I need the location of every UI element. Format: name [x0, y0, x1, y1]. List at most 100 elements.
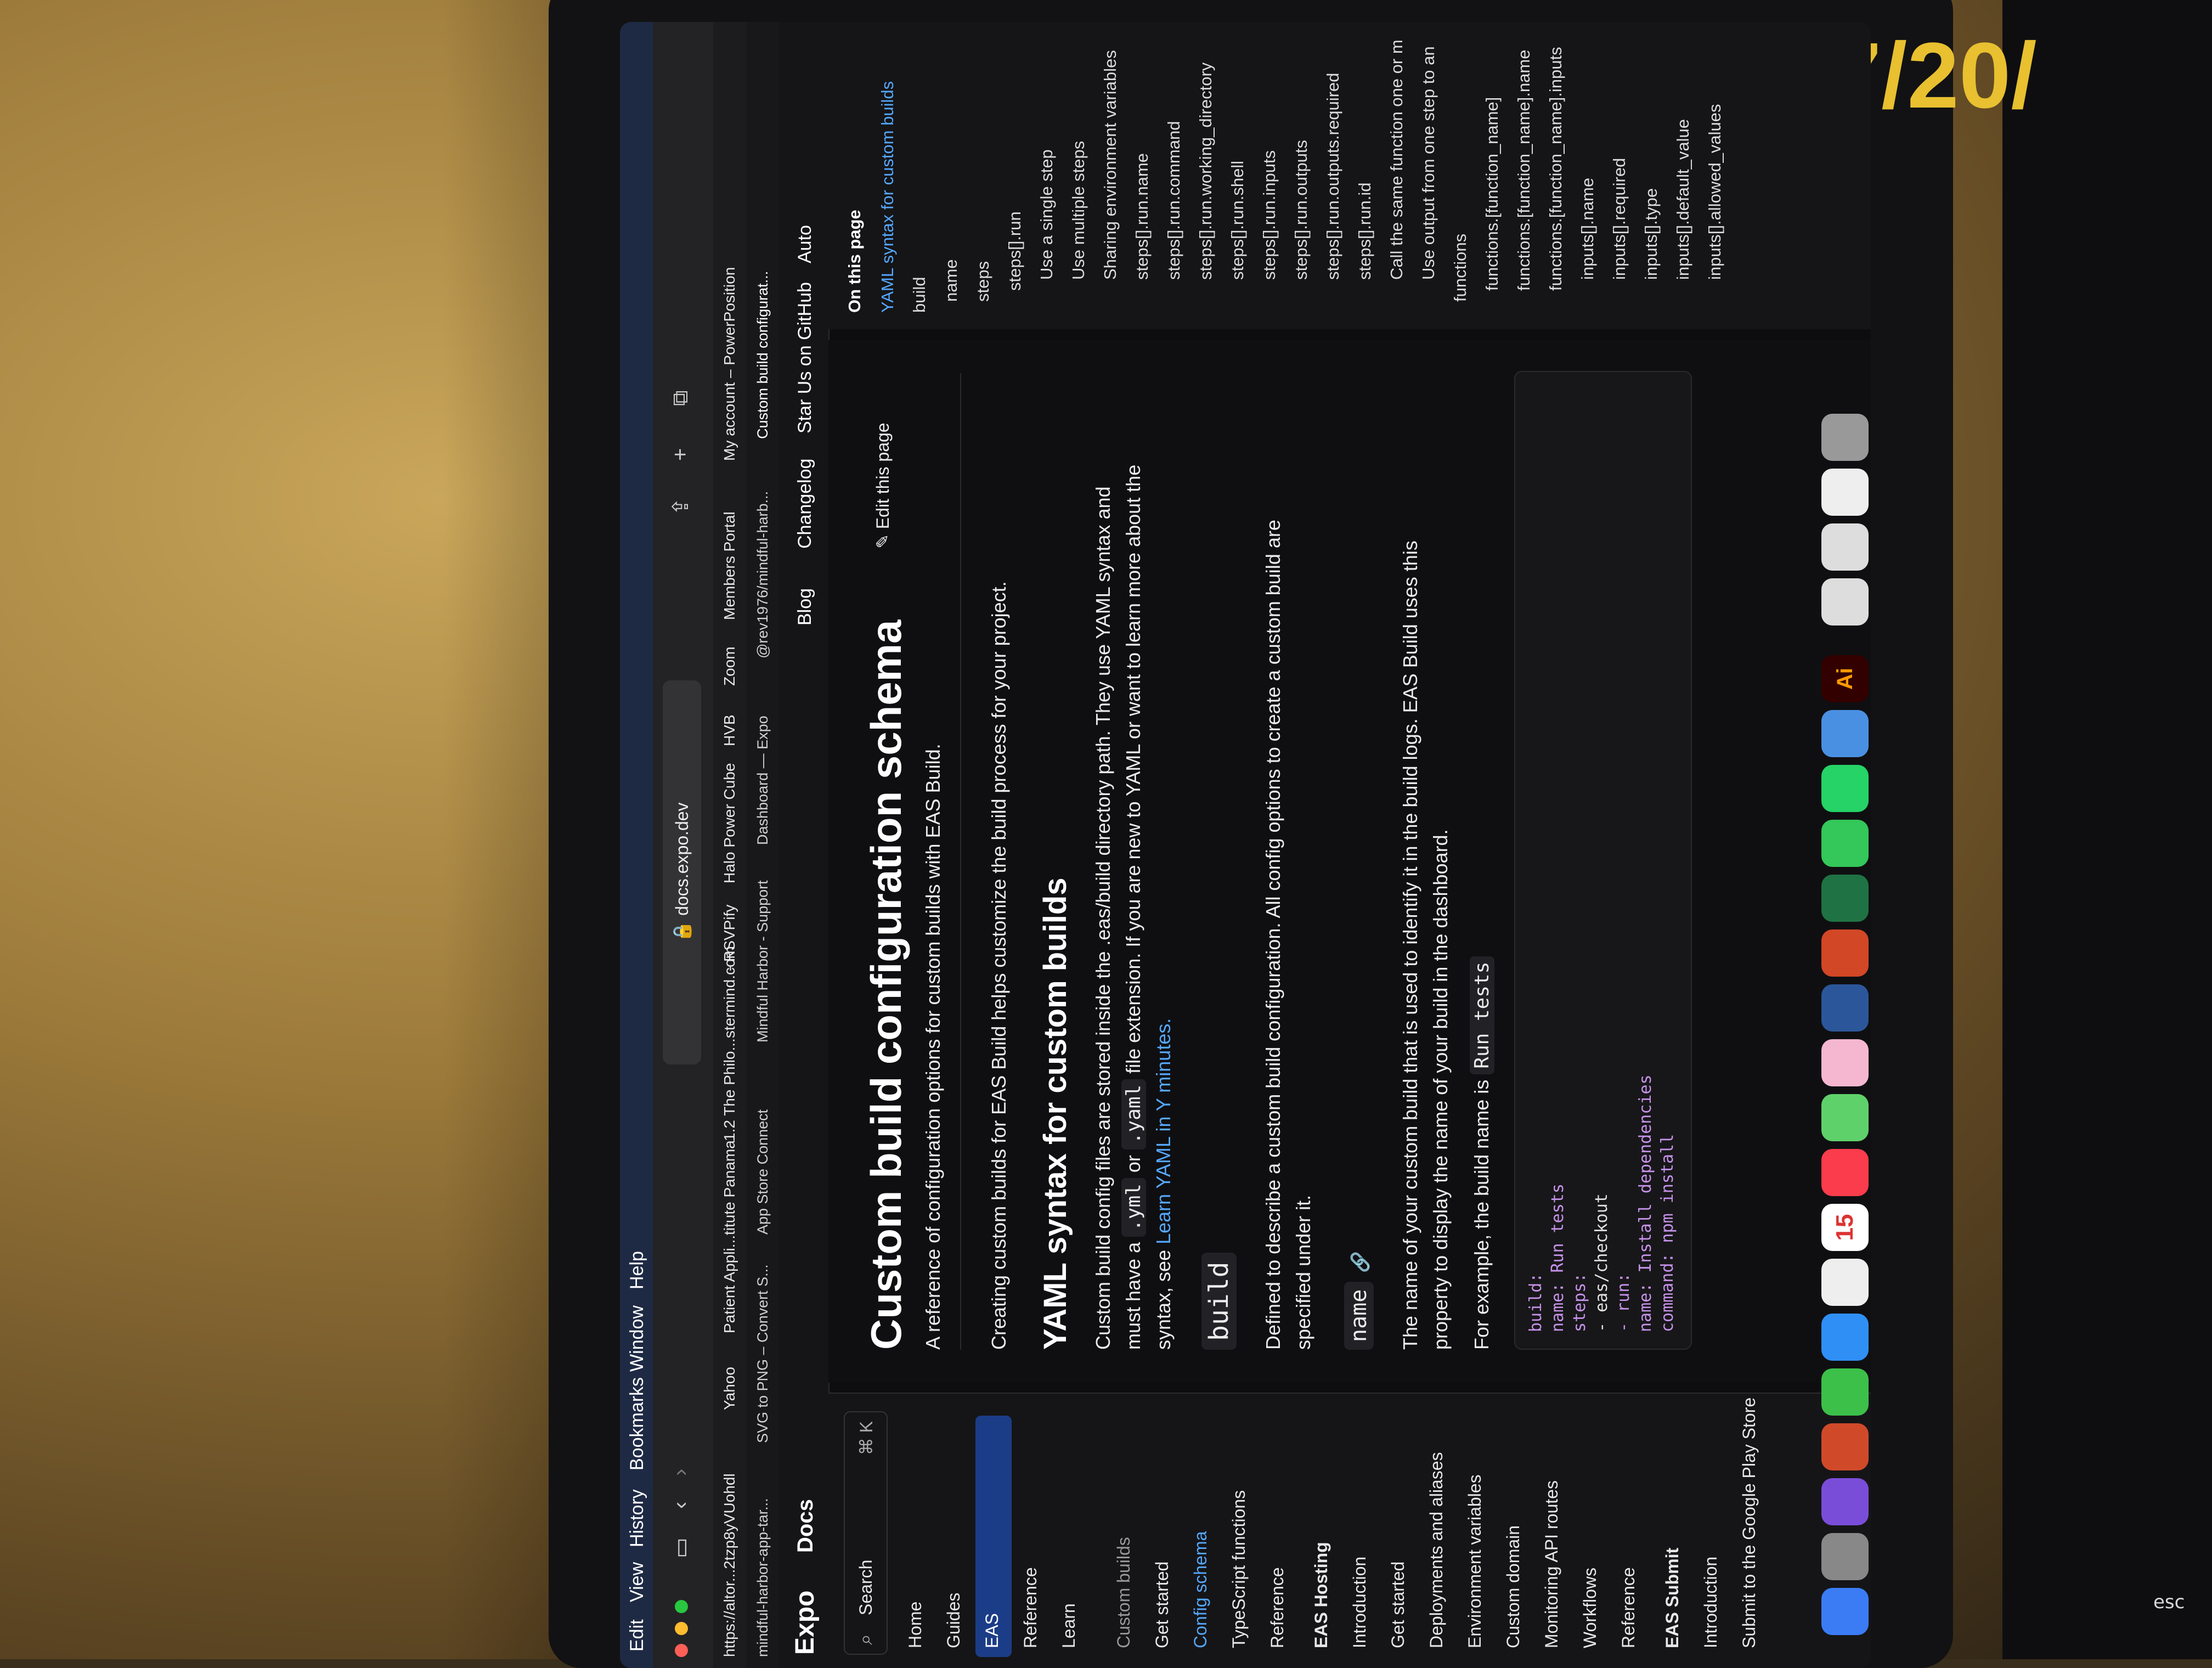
document-icon[interactable] [1821, 578, 1869, 626]
toc-item[interactable]: name [941, 259, 961, 302]
nav-typescript-functions[interactable]: TypeScript functions [1229, 1490, 1249, 1648]
nav-submit-introduction[interactable]: Introduction [1701, 1557, 1721, 1648]
toc-item[interactable]: functions [1451, 234, 1470, 302]
powerpoint-icon[interactable] [1821, 929, 1869, 977]
blog-link[interactable]: Blog [794, 588, 816, 626]
word-icon[interactable] [1821, 984, 1869, 1032]
toc-item[interactable]: steps[].run.id [1355, 183, 1375, 280]
toc-item[interactable]: Sharing environment variables [1101, 50, 1120, 280]
search-box[interactable]: ⌕ Search ⌘ K [844, 1411, 888, 1655]
nav-hosting-get-started[interactable]: Get started [1388, 1562, 1408, 1648]
theme-select[interactable]: Auto [794, 225, 816, 263]
nav-eas-submit[interactable]: EAS Submit [1662, 1548, 1683, 1648]
toc-item[interactable]: steps[].run.working_directory [1196, 63, 1216, 280]
toc-item[interactable]: functions.[function_name] [1482, 97, 1502, 291]
nav-custom-domain[interactable]: Custom domain [1503, 1525, 1523, 1648]
nav-custom-builds-reference[interactable]: Reference [1267, 1567, 1288, 1648]
toc-item[interactable]: Use multiple steps [1069, 141, 1088, 280]
toc-item[interactable]: Use a single step [1037, 149, 1057, 280]
bookmark-2[interactable]: Yahoo [721, 1367, 738, 1410]
whatsapp-icon[interactable] [1821, 765, 1869, 812]
toc-item[interactable]: steps[].run.shell [1228, 161, 1248, 280]
messages-icon[interactable] [1821, 820, 1869, 867]
nav-reference[interactable]: Reference [1020, 1567, 1041, 1648]
nav-deployments-aliases[interactable]: Deployments and aliases [1426, 1452, 1447, 1648]
bookmark-10[interactable]: My account – PowerPosition [721, 267, 738, 461]
bookmark-5[interactable]: - RSVPify [721, 905, 738, 971]
toc-item[interactable]: YAML syntax for custom builds [878, 81, 898, 313]
menu-view[interactable]: View [627, 1562, 648, 1602]
zoom-window-button[interactable] [675, 1600, 688, 1613]
calendar-icon[interactable]: 15 [1821, 1204, 1869, 1251]
close-window-button[interactable] [675, 1644, 688, 1657]
toc-item[interactable]: Use output from one step to an [1419, 46, 1438, 280]
anchor-link-icon[interactable]: 🔗 [1350, 1251, 1370, 1273]
tab-5[interactable]: Dashboard — Expo [754, 715, 771, 845]
minimize-window-button[interactable] [675, 1622, 688, 1635]
document-3-icon[interactable] [1821, 469, 1869, 516]
docs-label[interactable]: Docs [793, 1499, 818, 1553]
facetime-icon[interactable] [1821, 1368, 1869, 1416]
toc-item[interactable]: steps [973, 261, 993, 302]
menu-edit[interactable]: Edit [627, 1619, 648, 1652]
nav-guides[interactable]: Guides [944, 1593, 964, 1648]
sidebar-toggle-icon[interactable]: ▭ [668, 1537, 693, 1558]
maps-icon[interactable] [1821, 1094, 1869, 1141]
nav-custom-builds-get-started[interactable]: Get started [1152, 1562, 1172, 1648]
menu-history[interactable]: History [627, 1489, 648, 1547]
forward-icon[interactable]: › [668, 1469, 693, 1476]
nav-learn[interactable]: Learn [1059, 1603, 1079, 1648]
toc-item[interactable]: inputs[].name [1578, 178, 1598, 280]
toc-item[interactable]: steps[].run.outputs [1291, 140, 1311, 280]
bookmark-3[interactable]: Patient Appli...titute Panama [721, 1140, 738, 1333]
tab-1[interactable]: mindful-harbor-app-tar... [754, 1498, 771, 1657]
toc-item[interactable]: steps[].run.command [1164, 121, 1184, 280]
bookmark-8[interactable]: Zoom [721, 646, 738, 686]
menu-bookmarks[interactable]: Bookmarks [627, 1377, 648, 1470]
tab-overview-icon[interactable]: ⧉ [668, 390, 693, 406]
document-2-icon[interactable] [1821, 523, 1869, 571]
learn-yaml-link[interactable]: Learn YAML in Y minutes. [1152, 1018, 1175, 1244]
nav-hosting-reference[interactable]: Reference [1618, 1567, 1639, 1648]
bookmark-6[interactable]: Halo Power Cube [721, 763, 738, 883]
toc-item[interactable]: steps[].run.name [1132, 153, 1152, 280]
nav-monitoring-api-routes[interactable]: Monitoring API routes [1542, 1480, 1562, 1648]
preview-icon[interactable] [1821, 710, 1869, 757]
system-settings-icon[interactable] [1821, 1533, 1869, 1580]
toc-item[interactable]: steps[].run [1005, 211, 1025, 291]
tab-6[interactable]: @rev1976/mindful-harb... [754, 491, 771, 658]
nav-eas[interactable]: EAS [982, 1613, 1002, 1648]
bookmark-9[interactable]: Members Portal [721, 511, 738, 620]
finder-2-icon[interactable] [1821, 1259, 1869, 1306]
excel-icon[interactable] [1821, 875, 1869, 922]
music-icon[interactable] [1821, 1149, 1869, 1196]
tab-3[interactable]: App Store Connect [754, 1109, 771, 1235]
edit-page-link[interactable]: ✎ Edit this page [872, 422, 893, 549]
bookmark-1[interactable]: https://altor...2tzp8yVUohdl [721, 1473, 738, 1657]
toc-item[interactable]: build [910, 277, 929, 313]
address-bar[interactable]: 🔒 docs.expo.dev [663, 680, 701, 1064]
nav-home[interactable]: Home [905, 1602, 926, 1648]
toc-item[interactable]: inputs[].type [1641, 188, 1661, 280]
toc-item[interactable]: functions.[function_name].name [1514, 50, 1534, 291]
share-icon[interactable]: ⇪ [668, 497, 693, 516]
changelog-link[interactable]: Changelog [794, 459, 816, 549]
tab-2[interactable]: SVG to PNG – Convert S... [754, 1264, 771, 1443]
tab-4[interactable]: Mindful Harbor - Support [754, 880, 771, 1042]
github-star-link[interactable]: Star Us on GitHub [794, 282, 816, 433]
toc-item[interactable]: steps[].run.outputs.required [1323, 73, 1343, 280]
safari-icon[interactable] [1821, 1314, 1869, 1361]
bookmark-7[interactable]: HVB [721, 714, 738, 746]
trash-icon[interactable] [1821, 414, 1869, 461]
menu-help[interactable]: Help [627, 1251, 648, 1289]
menu-window[interactable]: Window [627, 1305, 648, 1372]
finder-icon[interactable] [1821, 1588, 1869, 1635]
toc-item[interactable]: functions.[function_name].inputs [1546, 47, 1566, 291]
toc-item[interactable]: inputs[].allowed_values [1705, 104, 1725, 280]
nav-submit-google-play[interactable]: Submit to the Google Play Store [1739, 1397, 1759, 1648]
nav-custom-builds[interactable]: Custom builds [1114, 1537, 1134, 1648]
siri-icon[interactable] [1821, 1478, 1869, 1525]
nav-eas-hosting[interactable]: EAS Hosting [1311, 1542, 1331, 1648]
back-icon[interactable]: ‹ [668, 1502, 693, 1509]
expo-logo[interactable]: Expo [790, 1591, 820, 1655]
